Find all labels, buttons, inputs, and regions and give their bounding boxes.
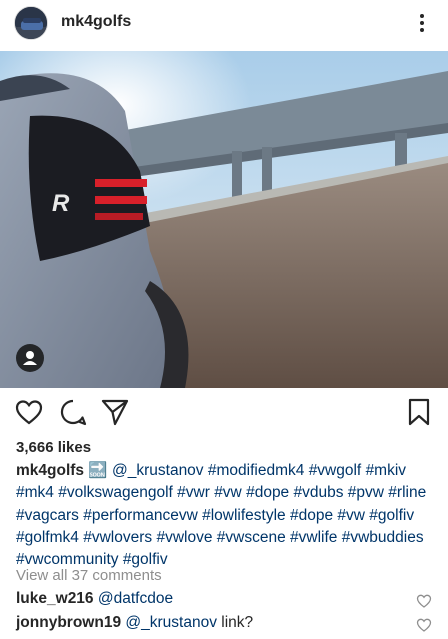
comment-username[interactable]: luke_w216 <box>16 590 94 607</box>
r-badge-text: R <box>52 190 70 217</box>
hashtag-link[interactable]: #vw <box>337 507 365 524</box>
hashtag-link[interactable]: #vwgolf <box>309 462 362 479</box>
hashtag-link[interactable]: #mk4 <box>16 484 54 501</box>
hashtag-link[interactable]: #dope <box>246 484 289 501</box>
send-icon[interactable] <box>100 397 130 427</box>
hashtag-link[interactable]: #vwlovers <box>83 529 152 546</box>
profile-avatar[interactable] <box>14 6 48 40</box>
hashtag-link[interactable]: #vwscene <box>217 529 286 546</box>
comment-icon[interactable] <box>58 397 88 427</box>
hashtag-link[interactable]: #pvw <box>348 484 384 501</box>
caption-username[interactable]: mk4golfs <box>16 462 84 479</box>
hashtag-link[interactable]: #vwlove <box>156 529 212 546</box>
avatar-image <box>15 7 47 39</box>
hashtag-link[interactable]: #performancevw <box>83 507 198 524</box>
hashtag-link[interactable]: #golfiv <box>123 551 168 568</box>
hashtag-link[interactable]: #vagcars <box>16 507 79 524</box>
hashtag-link[interactable]: #volkswagengolf <box>58 484 173 501</box>
post-header: mk4golfs <box>0 0 448 48</box>
comment-like-icon[interactable] <box>416 593 432 609</box>
hashtag-link[interactable]: #rline <box>388 484 426 501</box>
comment-username[interactable]: jonnybrown19 <box>16 614 121 631</box>
hashtag-link[interactable]: #vdubs <box>294 484 344 501</box>
hashtag-link[interactable]: #vw <box>214 484 242 501</box>
hashtag-link[interactable]: #vwlife <box>290 529 337 546</box>
user-tag-icon[interactable] <box>16 344 44 372</box>
hashtag-link[interactable]: #vwcommunity <box>16 551 119 568</box>
heart-icon[interactable] <box>14 397 44 427</box>
hashtag-link[interactable]: #golfmk4 <box>16 529 79 546</box>
hashtag-link[interactable]: #lowlifestyle <box>202 507 286 524</box>
car-photo: R <box>0 51 448 388</box>
comment-like-icon[interactable] <box>416 617 432 633</box>
caption-mention[interactable]: @_krustanov <box>112 462 204 479</box>
soon-arrow-emoji: 🔜 <box>88 462 108 479</box>
hashtag-link[interactable]: #mkiv <box>366 462 406 479</box>
comment-mention[interactable]: @datfcdoe <box>98 590 173 607</box>
post-caption: mk4golfs 🔜 @_krustanov #modifiedmk4 #vwg… <box>16 460 436 571</box>
comment-mention[interactable]: @_krustanov <box>125 614 217 631</box>
hashtag-link[interactable]: #vwbuddies <box>342 529 424 546</box>
more-vertical-icon[interactable] <box>412 10 432 36</box>
comment-row: jonnybrown19 @_krustanov link? <box>16 614 436 632</box>
hashtag-link[interactable]: #golfiv <box>369 507 414 524</box>
bookmark-icon[interactable] <box>404 397 434 427</box>
action-bar <box>0 395 448 429</box>
post-username[interactable]: mk4golfs <box>61 13 131 31</box>
view-all-comments-link[interactable]: View all 37 comments <box>16 567 162 584</box>
hashtag-link[interactable]: #modifiedmk4 <box>208 462 305 479</box>
comment-row: luke_w216 @datfcdoe <box>16 590 436 608</box>
post-photo[interactable]: R <box>0 51 448 388</box>
hashtag-link[interactable]: #vwr <box>177 484 210 501</box>
likes-count[interactable]: 3,666 likes <box>16 439 91 456</box>
hashtag-link[interactable]: #dope <box>290 507 333 524</box>
comment-text: link? <box>216 614 254 631</box>
